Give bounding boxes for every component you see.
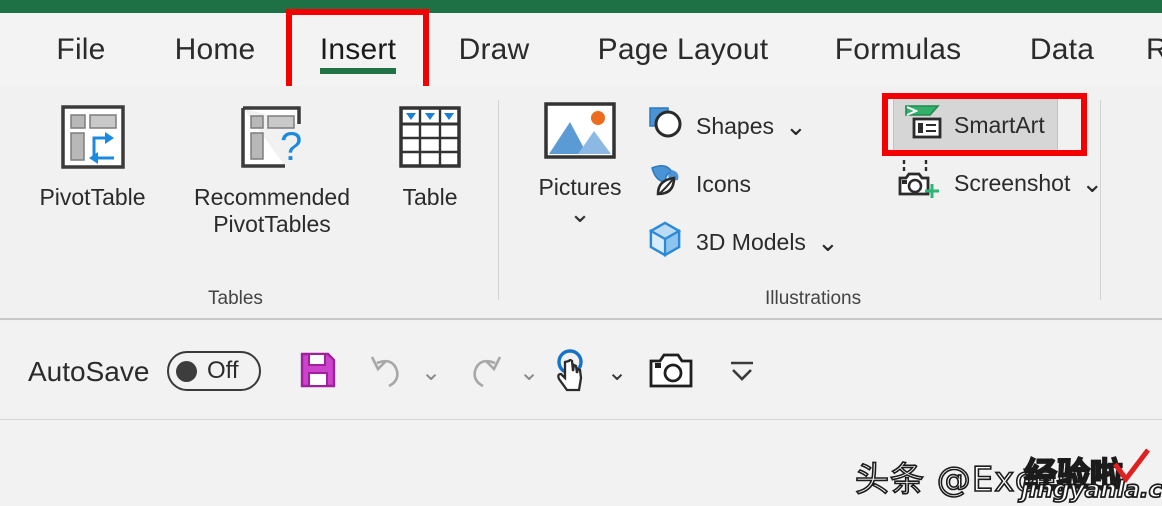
touch-mouse-mode-button[interactable] xyxy=(550,348,594,399)
tab-home-label: Home xyxy=(174,32,256,66)
table-label: Table xyxy=(402,184,458,211)
screenshot-button[interactable]: Screenshot ⌄ xyxy=(896,158,1103,208)
tab-page-layout[interactable]: Page Layout xyxy=(578,13,788,86)
title-bar-strip xyxy=(0,0,1162,13)
save-button[interactable] xyxy=(296,350,340,394)
table-grid-icon xyxy=(395,102,465,178)
tab-review-label: R xyxy=(1146,32,1162,66)
undo-dropdown-button[interactable]: ⌄ xyxy=(418,360,444,386)
active-tab-underline xyxy=(320,68,396,74)
pictures-dropdown-chevron-down-icon[interactable]: ⌄ xyxy=(569,200,591,226)
3d-models-chevron-down-icon[interactable]: ⌄ xyxy=(817,229,839,255)
undo-button[interactable] xyxy=(366,352,408,394)
icons-button[interactable]: Icons xyxy=(646,162,751,206)
tab-formulas[interactable]: Formulas xyxy=(818,13,978,86)
table-button[interactable]: Table xyxy=(382,102,478,211)
icons-label: Icons xyxy=(696,170,751,197)
pivot-table-button[interactable]: PivotTable xyxy=(20,102,165,211)
smartart-button[interactable]: SmartArt xyxy=(893,98,1058,152)
autosave-state-label: Off xyxy=(207,357,239,384)
smartart-icon xyxy=(902,103,944,147)
tab-file[interactable]: File xyxy=(36,13,126,86)
recommended-pivot-table-icon: ? xyxy=(237,102,307,178)
redo-button[interactable] xyxy=(464,352,506,394)
tab-data-label: Data xyxy=(1029,32,1095,66)
shapes-button[interactable]: Shapes ⌄ xyxy=(646,104,807,148)
group-label-tables-text: Tables xyxy=(208,288,263,309)
group-label-illustrations-text: Illustrations xyxy=(765,288,862,309)
save-floppy-icon xyxy=(298,350,338,395)
recommended-pivot-tables-label: Recommended PivotTables xyxy=(194,184,350,238)
3d-models-label: 3D Models xyxy=(696,228,806,255)
screenshot-label: Screenshot xyxy=(954,169,1071,196)
quick-access-toolbar: AutoSave Off ⌄ ⌄ ⌄ xyxy=(0,322,1162,420)
chevron-down-icon: ⌄ xyxy=(518,359,540,386)
shapes-icon xyxy=(646,104,686,148)
overflow-chevron-icon xyxy=(726,356,758,391)
ribbon-content: PivotTable ? Recommended PivotTables Tab… xyxy=(0,86,1162,320)
group-label-tables: Tables xyxy=(208,288,263,310)
pivot-table-icon xyxy=(58,102,128,178)
tab-insert[interactable]: Insert xyxy=(301,13,415,86)
3d-models-button[interactable]: 3D Models ⌄ xyxy=(646,220,839,264)
tab-draw[interactable]: Draw xyxy=(442,13,546,86)
tab-file-label: File xyxy=(56,32,106,66)
tab-home[interactable]: Home xyxy=(155,13,275,86)
icons-leaf-icon xyxy=(646,162,686,206)
customize-quick-access-toolbar-button[interactable] xyxy=(725,356,759,390)
autosave-toggle[interactable]: Off xyxy=(167,351,261,391)
autosave-label: AutoSave xyxy=(28,356,150,387)
watermark-check-icon xyxy=(1110,447,1154,487)
ribbon-tab-row: File Home Insert Draw Page Layout Formul… xyxy=(0,13,1162,86)
shapes-label: Shapes xyxy=(696,112,775,139)
excel-window: File Home Insert Draw Page Layout Formul… xyxy=(0,0,1162,506)
camera-screenshot-icon xyxy=(896,158,944,208)
cube-3d-icon xyxy=(646,220,686,264)
camera-icon xyxy=(648,352,694,395)
pictures-label: Pictures xyxy=(538,174,622,201)
svg-text:?: ? xyxy=(280,125,302,169)
redo-arrow-icon xyxy=(465,351,505,396)
tab-data[interactable]: Data xyxy=(1017,13,1107,86)
smartart-label: SmartArt xyxy=(954,111,1045,138)
touch-mode-dropdown-button[interactable]: ⌄ xyxy=(604,360,630,386)
tab-draw-label: Draw xyxy=(458,32,530,66)
tab-formulas-label: Formulas xyxy=(834,32,962,66)
chevron-down-icon: ⌄ xyxy=(420,359,442,386)
group-separator-1 xyxy=(498,100,499,300)
pivot-table-label: PivotTable xyxy=(39,184,146,211)
tab-insert-label: Insert xyxy=(319,32,397,66)
pictures-button[interactable]: Pictures ⌄ xyxy=(521,100,639,226)
touch-mouse-mode-icon xyxy=(551,348,593,399)
tab-page-layout-label: Page Layout xyxy=(597,32,769,66)
group-label-illustrations: Illustrations xyxy=(765,288,861,310)
chevron-down-icon: ⌄ xyxy=(606,359,628,386)
redo-dropdown-button[interactable]: ⌄ xyxy=(516,360,542,386)
autosave-toggle-knob xyxy=(176,360,197,382)
screenshot-chevron-down-icon[interactable]: ⌄ xyxy=(1081,170,1103,196)
screenshot-qat-button[interactable] xyxy=(648,352,694,394)
tab-review-partial[interactable]: R xyxy=(1146,13,1162,86)
undo-arrow-icon xyxy=(367,351,407,396)
shapes-chevron-down-icon[interactable]: ⌄ xyxy=(785,113,807,139)
recommended-pivot-tables-button[interactable]: ? Recommended PivotTables xyxy=(165,102,379,238)
picture-icon xyxy=(540,100,620,168)
